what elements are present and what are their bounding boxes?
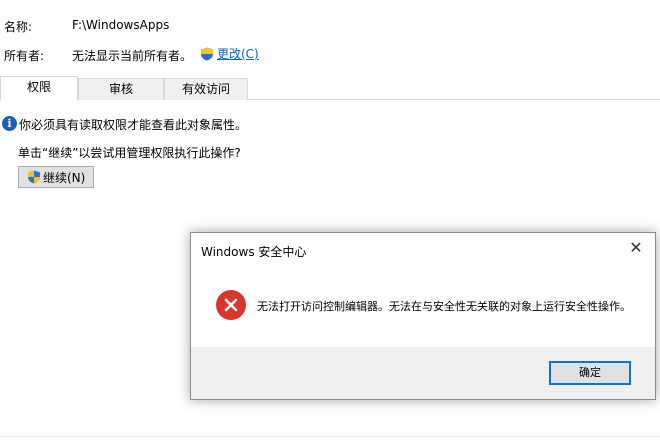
- close-icon[interactable]: ✕: [627, 239, 645, 257]
- name-value: F:\WindowsApps: [72, 18, 170, 32]
- owner-value: 无法显示当前所有者。: [72, 49, 193, 63]
- tab-auditing[interactable]: 审核: [78, 78, 164, 100]
- uac-shield-icon: [201, 47, 213, 60]
- change-link-label[interactable]: 更改(C): [217, 45, 259, 62]
- permission-required-message: 你必须具有读取权限才能查看此对象属性。: [19, 118, 248, 132]
- name-label: 名称:: [4, 20, 33, 34]
- tab-effective-access-label: 有效访问: [181, 82, 230, 96]
- info-icon: i: [2, 116, 17, 131]
- security-error-dialog: Windows 安全中心 ✕ 无法打开访问控制编辑器。无法在与安全性无关联的对象…: [190, 232, 656, 400]
- dialog-message: 无法打开访问控制编辑器。无法在与安全性无关联的对象上运行安全性操作。: [257, 300, 631, 313]
- ok-button-label: 确定: [579, 366, 601, 379]
- tab-permissions[interactable]: 权限: [0, 76, 78, 101]
- continue-button[interactable]: 继续(N): [18, 166, 94, 188]
- bottom-divider: [0, 436, 660, 437]
- tab-auditing-label: 审核: [108, 82, 133, 96]
- change-owner-link[interactable]: 更改(C): [200, 45, 259, 62]
- continue-prompt: 单击“继续”以尝试用管理权限执行此操作?: [18, 146, 241, 160]
- continue-button-label: 继续(N): [43, 170, 86, 185]
- tab-strip: 权限 审核 有效访问: [0, 76, 660, 101]
- tab-permissions-label: 权限: [26, 80, 51, 94]
- error-icon: [216, 290, 246, 320]
- dialog-footer: 确定: [191, 347, 655, 399]
- ok-button[interactable]: 确定: [549, 361, 631, 385]
- dialog-title: Windows 安全中心: [201, 245, 307, 259]
- owner-label: 所有者:: [4, 49, 45, 63]
- tab-effective-access[interactable]: 有效访问: [164, 78, 248, 100]
- uac-shield-icon: [28, 170, 40, 184]
